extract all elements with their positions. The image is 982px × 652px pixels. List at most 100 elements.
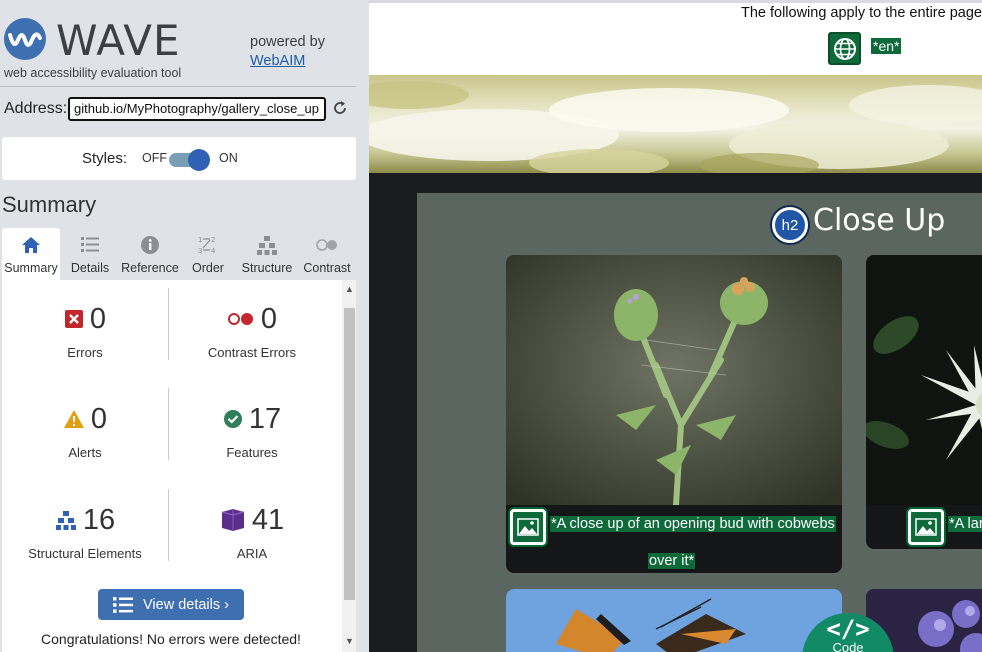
powered-by-text: powered by: [250, 34, 325, 50]
page-viewport: The following apply to the entire page *…: [369, 0, 982, 652]
errors-count: 0: [89, 302, 107, 335]
congrats-message: Congratulations! No errors were detected…: [41, 631, 301, 647]
tab-reference[interactable]: Reference: [118, 228, 182, 280]
gallery-title: Close Up: [813, 203, 946, 238]
error-x-icon: [64, 310, 83, 328]
svg-text:4: 4: [211, 247, 216, 255]
aria-label: ARIA: [236, 546, 268, 561]
stat-structural[interactable]: 16 Structural Elements: [2, 481, 168, 571]
stat-aria[interactable]: 41 ARIA: [169, 481, 335, 571]
summary-heading: Summary: [2, 192, 97, 217]
globe-icon: [833, 37, 856, 60]
features-count: 17: [248, 402, 282, 435]
stat-features[interactable]: 17 Features: [169, 380, 335, 470]
hero-image: [369, 75, 982, 173]
language-globe-icon[interactable]: [828, 32, 861, 65]
wave-title: WAVE: [56, 16, 181, 65]
styles-off-label: OFF: [142, 151, 167, 165]
structure-icon: [55, 511, 76, 530]
tab-details[interactable]: Details: [62, 228, 118, 280]
contrast-errors-count: 0: [260, 302, 278, 335]
svg-text:3: 3: [198, 247, 202, 255]
scroll-thumb[interactable]: [344, 308, 355, 600]
aria-cube-icon: [221, 509, 245, 531]
tab-label: Summary: [4, 261, 58, 275]
hero-flower-graphic: [369, 81, 982, 173]
wave-tabs: Summary Details Reference 1 2 3 4 Order Str…: [2, 228, 356, 280]
styles-toggle-switch[interactable]: [169, 149, 211, 171]
view-details-label: View details ›: [143, 596, 229, 613]
aria-count: 41: [251, 503, 285, 536]
code-toggle-button[interactable]: </> Code: [802, 613, 894, 652]
tab-label: Reference: [121, 261, 179, 275]
contrast-error-icon: [227, 313, 253, 325]
contrast-icon: [316, 239, 337, 251]
view-details-button[interactable]: View details ›: [98, 589, 244, 620]
language-badge: *en*: [871, 38, 902, 54]
styles-toggle-box: Styles: OFF ON: [2, 137, 356, 180]
image-alt-caption: *A close up of an opening bud with cobwe…: [550, 516, 836, 532]
list-icon: [113, 596, 134, 613]
wave-header: WAVE web accessibility evaluation tool p…: [0, 0, 369, 86]
stat-contrast-errors[interactable]: 0 Contrast Errors: [169, 280, 335, 370]
errors-label: Errors: [67, 345, 103, 360]
notice-text: The following apply to the entire page: [740, 5, 982, 21]
panel-scrollbar[interactable]: ▲ ▼: [342, 280, 356, 652]
tab-label: Order: [192, 261, 224, 275]
h2-heading-badge[interactable]: h2: [772, 207, 808, 243]
divider: [0, 86, 356, 87]
stat-errors[interactable]: 0 Errors: [2, 280, 168, 370]
styles-on-label: ON: [219, 151, 238, 165]
address-input[interactable]: github.io/MyPhotography/gallery_close_up: [68, 97, 326, 121]
structural-label: Structural Elements: [28, 546, 142, 561]
gallery-card-bud[interactable]: *A close up of an opening bud with cobwe…: [506, 255, 842, 573]
alerts-count: 0: [90, 402, 108, 435]
alert-triangle-icon: [63, 410, 84, 428]
tab-order[interactable]: 1 2 3 4 Order: [182, 228, 234, 280]
tab-label: Details: [70, 261, 110, 275]
home-icon: [22, 237, 40, 253]
svg-text:1: 1: [198, 236, 202, 244]
code-label: Code: [832, 640, 864, 652]
info-icon: [141, 236, 159, 254]
tab-label: Structure: [241, 261, 293, 275]
structure-icon: [257, 236, 277, 255]
dahlia-photo: [866, 255, 982, 505]
image-alt-caption-continued: over it*: [648, 553, 696, 569]
stat-alerts[interactable]: 0 Alerts: [2, 380, 168, 470]
wave-logo-icon: [4, 18, 46, 60]
address-label: Address:: [4, 100, 68, 117]
features-label: Features: [226, 445, 278, 460]
address-bar: Address: github.io/MyPhotography/gallery…: [0, 96, 369, 124]
tab-label: Contrast: [303, 261, 351, 275]
gallery-section: h2 Close Up *A close up of an opening bu…: [417, 193, 982, 652]
tab-summary[interactable]: Summary: [2, 228, 60, 280]
alerts-label: Alerts: [68, 445, 102, 460]
reload-icon[interactable]: [331, 99, 349, 117]
powered-by: powered by WebAIM: [250, 33, 325, 71]
butterfly-photo: [506, 589, 842, 652]
gallery-card-butterfly[interactable]: [506, 589, 842, 652]
code-icon: </>: [826, 615, 870, 643]
toggle-knob: [188, 149, 210, 171]
list-icon: [81, 237, 99, 252]
image-icon: [517, 518, 539, 536]
page-notice: The following apply to the entire page *…: [369, 3, 982, 75]
image-alt-icon[interactable]: [510, 509, 546, 545]
scroll-down-arrow-icon[interactable]: ▼: [345, 636, 354, 646]
bud-photo: [506, 255, 842, 505]
tab-contrast[interactable]: Contrast: [298, 228, 356, 280]
svg-text:2: 2: [211, 236, 215, 244]
summary-panel: 0 Errors 0 Contrast Errors 0 Alerts 17 F…: [2, 280, 356, 652]
image-alt-icon[interactable]: [908, 509, 944, 545]
wave-sidebar: WAVE web accessibility evaluation tool p…: [0, 0, 369, 652]
image-icon: [915, 518, 937, 536]
scroll-up-arrow-icon[interactable]: ▲: [345, 284, 354, 294]
gallery-card-dahlia[interactable]: *A lar: [866, 255, 982, 549]
wave-subtitle: web accessibility evaluation tool: [4, 66, 182, 80]
styles-label: Styles:: [82, 150, 128, 167]
contrast-errors-label: Contrast Errors: [207, 345, 297, 360]
webaim-link[interactable]: WebAIM: [250, 53, 305, 69]
feature-check-icon: [223, 410, 242, 428]
tab-structure[interactable]: Structure: [236, 228, 298, 280]
